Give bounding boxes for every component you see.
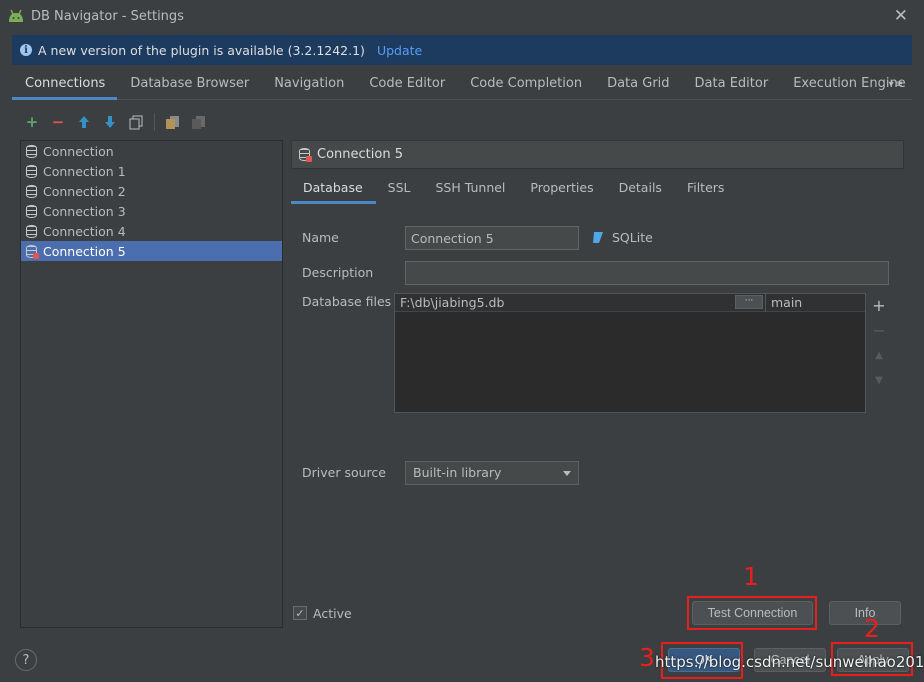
close-icon[interactable]: ✕ (894, 6, 908, 26)
title-bar: DB Navigator - Settings ✕ (0, 0, 924, 32)
annotation-number-2: 2 (864, 614, 880, 643)
connection-list: Connection Connection 1 Connection 2 Con… (20, 140, 283, 628)
connection-label: Connection 2 (43, 183, 126, 199)
list-item[interactable]: Connection 3 (21, 201, 282, 221)
connection-label: Connection 5 (43, 243, 126, 259)
list-item-selected[interactable]: Connection 5 (21, 241, 282, 261)
remove-icon[interactable]: − (50, 113, 66, 131)
driver-source-label: Driver source (302, 465, 386, 480)
database-icon (25, 164, 38, 178)
android-icon (7, 9, 25, 23)
tab-database[interactable]: Database (291, 176, 376, 204)
tab-code-editor[interactable]: Code Editor (356, 72, 457, 100)
description-label: Description (302, 265, 374, 280)
tab-data-grid[interactable]: Data Grid (594, 72, 681, 100)
move-down-icon[interactable] (102, 114, 118, 130)
chevron-down-icon (563, 471, 571, 476)
database-error-icon (298, 148, 312, 162)
description-field[interactable] (405, 261, 889, 285)
tabs-overflow-icon[interactable]: ▾≡ (889, 79, 904, 90)
connection-header-title: Connection 5 (317, 147, 403, 162)
connection-detail-panel: Connection 5 Database SSL SSH Tunnel Pro… (291, 140, 904, 628)
tab-filters[interactable]: Filters (675, 176, 737, 204)
window-title: DB Navigator - Settings (31, 8, 184, 24)
sqlite-icon (592, 231, 604, 247)
connection-label: Connection (43, 143, 114, 159)
list-item[interactable]: Connection 1 (21, 161, 282, 181)
watermark: https://blog.csdn.net/sunweihao2019 (655, 653, 924, 671)
database-type-label: SQLite (612, 230, 653, 245)
file-path-cell[interactable]: F:\db\jiabing5.db (400, 295, 504, 310)
tab-ssh-tunnel[interactable]: SSH Tunnel (424, 176, 519, 204)
help-button[interactable]: ? (15, 649, 37, 671)
active-label: Active (313, 606, 352, 621)
connection-header: Connection 5 (291, 140, 904, 169)
connection-label: Connection 3 (43, 203, 126, 219)
database-files-label: Database files (302, 294, 392, 309)
move-up-icon[interactable]: ▲ (875, 347, 883, 364)
name-label: Name (302, 230, 339, 245)
annotation-number-1: 1 (743, 562, 759, 591)
tab-navigation[interactable]: Navigation (261, 72, 356, 100)
tab-details[interactable]: Details (607, 176, 675, 204)
connections-toolbar: + − (24, 112, 207, 132)
list-item[interactable]: Connection (21, 141, 282, 161)
driver-source-value: Built-in library (413, 465, 502, 480)
database-settings-form: Name SQLite Description Database files F… (291, 205, 904, 628)
connection-label: Connection 1 (43, 163, 126, 179)
move-up-icon[interactable] (76, 114, 92, 130)
annotation-box-test (687, 596, 817, 630)
database-icon (25, 224, 38, 238)
paste-icon[interactable] (191, 114, 207, 130)
copy-icon[interactable] (128, 114, 144, 130)
update-notification: i A new version of the plugin is availab… (12, 35, 912, 65)
tab-ssl[interactable]: SSL (376, 176, 424, 204)
database-icon (25, 204, 38, 218)
active-checkbox[interactable]: ✓ (293, 606, 307, 620)
database-icon (25, 144, 38, 158)
driver-source-select[interactable]: Built-in library (405, 461, 579, 485)
list-item[interactable]: Connection 4 (21, 221, 282, 241)
settings-tabs: Connections Database Browser Navigation … (12, 72, 912, 100)
annotation-number-3: 3 (639, 643, 655, 672)
tab-database-browser[interactable]: Database Browser (117, 72, 261, 100)
tab-code-completion[interactable]: Code Completion (457, 72, 594, 100)
tab-connections[interactable]: Connections (12, 72, 118, 100)
connection-tabs: Database SSL SSH Tunnel Properties Detai… (291, 176, 904, 204)
list-item[interactable]: Connection 2 (21, 181, 282, 201)
add-file-icon[interactable]: + (872, 297, 885, 314)
update-link[interactable]: Update (377, 43, 422, 58)
browse-file-button[interactable]: ··· (735, 295, 763, 309)
files-side-toolbar: + − ▲ ▼ (866, 293, 892, 413)
notification-message: A new version of the plugin is available… (38, 42, 365, 58)
tab-properties[interactable]: Properties (518, 176, 606, 204)
add-icon[interactable]: + (24, 113, 40, 131)
name-field[interactable] (405, 226, 579, 250)
database-error-icon (25, 244, 39, 259)
table-row[interactable]: F:\db\jiabing5.db ··· main (395, 294, 865, 312)
remove-file-icon[interactable]: − (872, 322, 885, 339)
toolbar-separator (154, 113, 155, 131)
connection-label: Connection 4 (43, 223, 126, 239)
tab-overflow-partial[interactable]: O (918, 72, 924, 100)
cell-divider (765, 294, 766, 312)
schema-cell[interactable]: main (771, 295, 802, 310)
database-files-table: F:\db\jiabing5.db ··· main (394, 293, 866, 413)
move-down-icon[interactable]: ▼ (875, 372, 883, 389)
tab-data-editor[interactable]: Data Editor (682, 72, 781, 100)
database-icon (25, 184, 38, 198)
info-icon: i (20, 44, 32, 56)
duplicate-icon[interactable] (165, 114, 181, 130)
